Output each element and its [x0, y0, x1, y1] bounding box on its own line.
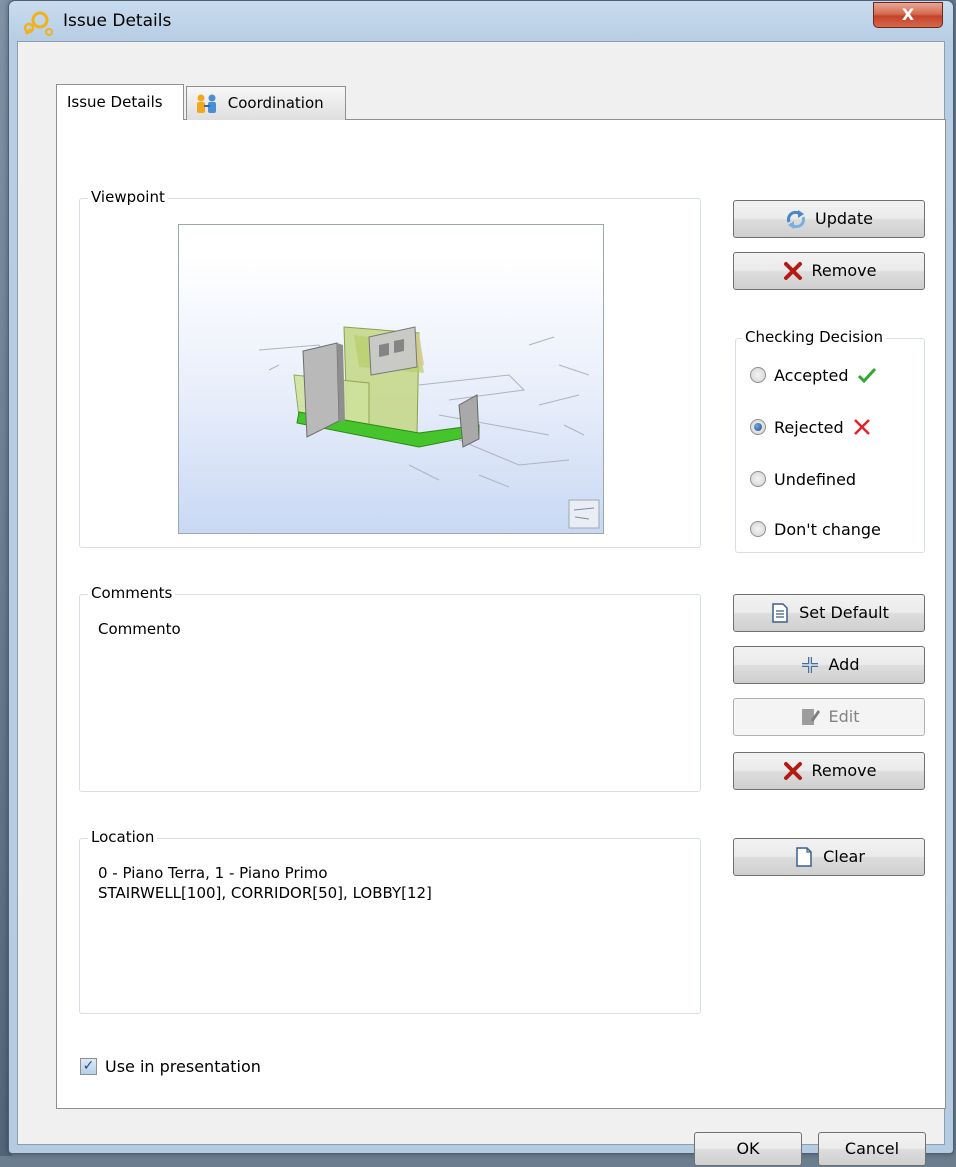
document-icon — [772, 603, 788, 623]
edit-note-icon — [801, 709, 820, 725]
x-icon — [853, 419, 870, 435]
cancel-button[interactable]: Cancel — [818, 1132, 926, 1166]
tab-label: Issue Details — [67, 93, 163, 111]
tab-label: Coordination — [227, 94, 324, 112]
radio-button[interactable] — [750, 471, 766, 487]
radio-label: Rejected — [774, 417, 844, 437]
radio-button[interactable] — [750, 521, 766, 537]
close-button[interactable]: X — [873, 2, 943, 28]
radio-label: Don't change — [774, 519, 881, 539]
issue-details-tab-page: Viewpoint Update Remove Checking Decisio… — [56, 119, 946, 1109]
viewpoint-group: Viewpoint — [79, 188, 701, 548]
location-textbox[interactable]: 0 - Piano Terra, 1 - Piano Primo STAIRWE… — [94, 857, 686, 1001]
refresh-icon — [787, 210, 806, 229]
remove-viewpoint-button[interactable]: Remove — [733, 252, 925, 290]
comments-group: Comments Commento — [79, 584, 701, 792]
window-title: Issue Details — [63, 11, 172, 31]
issue-app-icon — [23, 11, 53, 36]
viewpoint-label: Viewpoint — [88, 188, 168, 206]
remove-x-icon — [783, 262, 802, 280]
issue-details-dialog: Issue Details X Issue Details Coordinati… — [8, 0, 954, 1166]
use-in-presentation-checkbox[interactable]: ✓ Use in presentation — [80, 1057, 261, 1076]
add-label: Add — [828, 655, 860, 674]
remove-label: Remove — [811, 261, 877, 280]
dont-change-radio[interactable]: Don't change — [750, 517, 881, 541]
checking-decision-group: Checking Decision Accepted Rejected Unde… — [735, 328, 925, 553]
remove-label: Remove — [811, 761, 877, 780]
dialog-client-area: Issue Details Coordination Viewpoint Upd… — [17, 41, 946, 1166]
close-icon: X — [901, 5, 915, 24]
clear-location-button[interactable]: Clear — [733, 838, 925, 876]
edit-label: Edit — [828, 707, 860, 726]
location-group: Location 0 - Piano Terra, 1 - Piano Prim… — [79, 828, 701, 1014]
ok-label: OK — [736, 1139, 760, 1158]
plus-icon — [801, 657, 818, 673]
add-comment-button[interactable]: Add — [733, 646, 925, 684]
radio-label: Undefined — [774, 469, 857, 489]
undefined-radio[interactable]: Undefined — [750, 467, 856, 491]
remove-x-icon — [783, 762, 802, 780]
check-icon — [857, 367, 876, 384]
people-icon — [197, 94, 216, 113]
blank-page-icon — [796, 847, 812, 867]
checking-decision-label: Checking Decision — [742, 328, 886, 346]
comments-textbox[interactable]: Commento — [94, 613, 686, 781]
building-model-render — [258, 326, 600, 529]
edit-comment-button[interactable]: Edit — [733, 698, 925, 736]
accepted-radio[interactable]: Accepted — [750, 363, 877, 387]
viewpoint-image[interactable] — [178, 224, 604, 534]
radio-button[interactable] — [750, 419, 766, 435]
remove-comment-button[interactable]: Remove — [733, 752, 925, 790]
tab-issue-details[interactable]: Issue Details — [56, 84, 184, 120]
set-default-button[interactable]: Set Default — [733, 594, 925, 632]
cancel-label: Cancel — [844, 1139, 900, 1158]
update-viewpoint-button[interactable]: Update — [733, 200, 925, 238]
checkbox-label: Use in presentation — [105, 1057, 261, 1076]
rejected-radio[interactable]: Rejected — [750, 415, 872, 439]
ok-button[interactable]: OK — [694, 1132, 802, 1166]
update-label: Update — [815, 209, 873, 228]
checkbox-box[interactable]: ✓ — [80, 1058, 97, 1075]
title-bar[interactable]: Issue Details X — [9, 1, 953, 41]
set-default-label: Set Default — [799, 603, 889, 622]
location-label: Location — [88, 828, 158, 846]
radio-button[interactable] — [750, 367, 766, 383]
tab-coordination[interactable]: Coordination — [186, 86, 346, 120]
radio-label: Accepted — [774, 365, 849, 385]
comments-label: Comments — [88, 584, 176, 602]
clear-label: Clear — [823, 847, 865, 866]
